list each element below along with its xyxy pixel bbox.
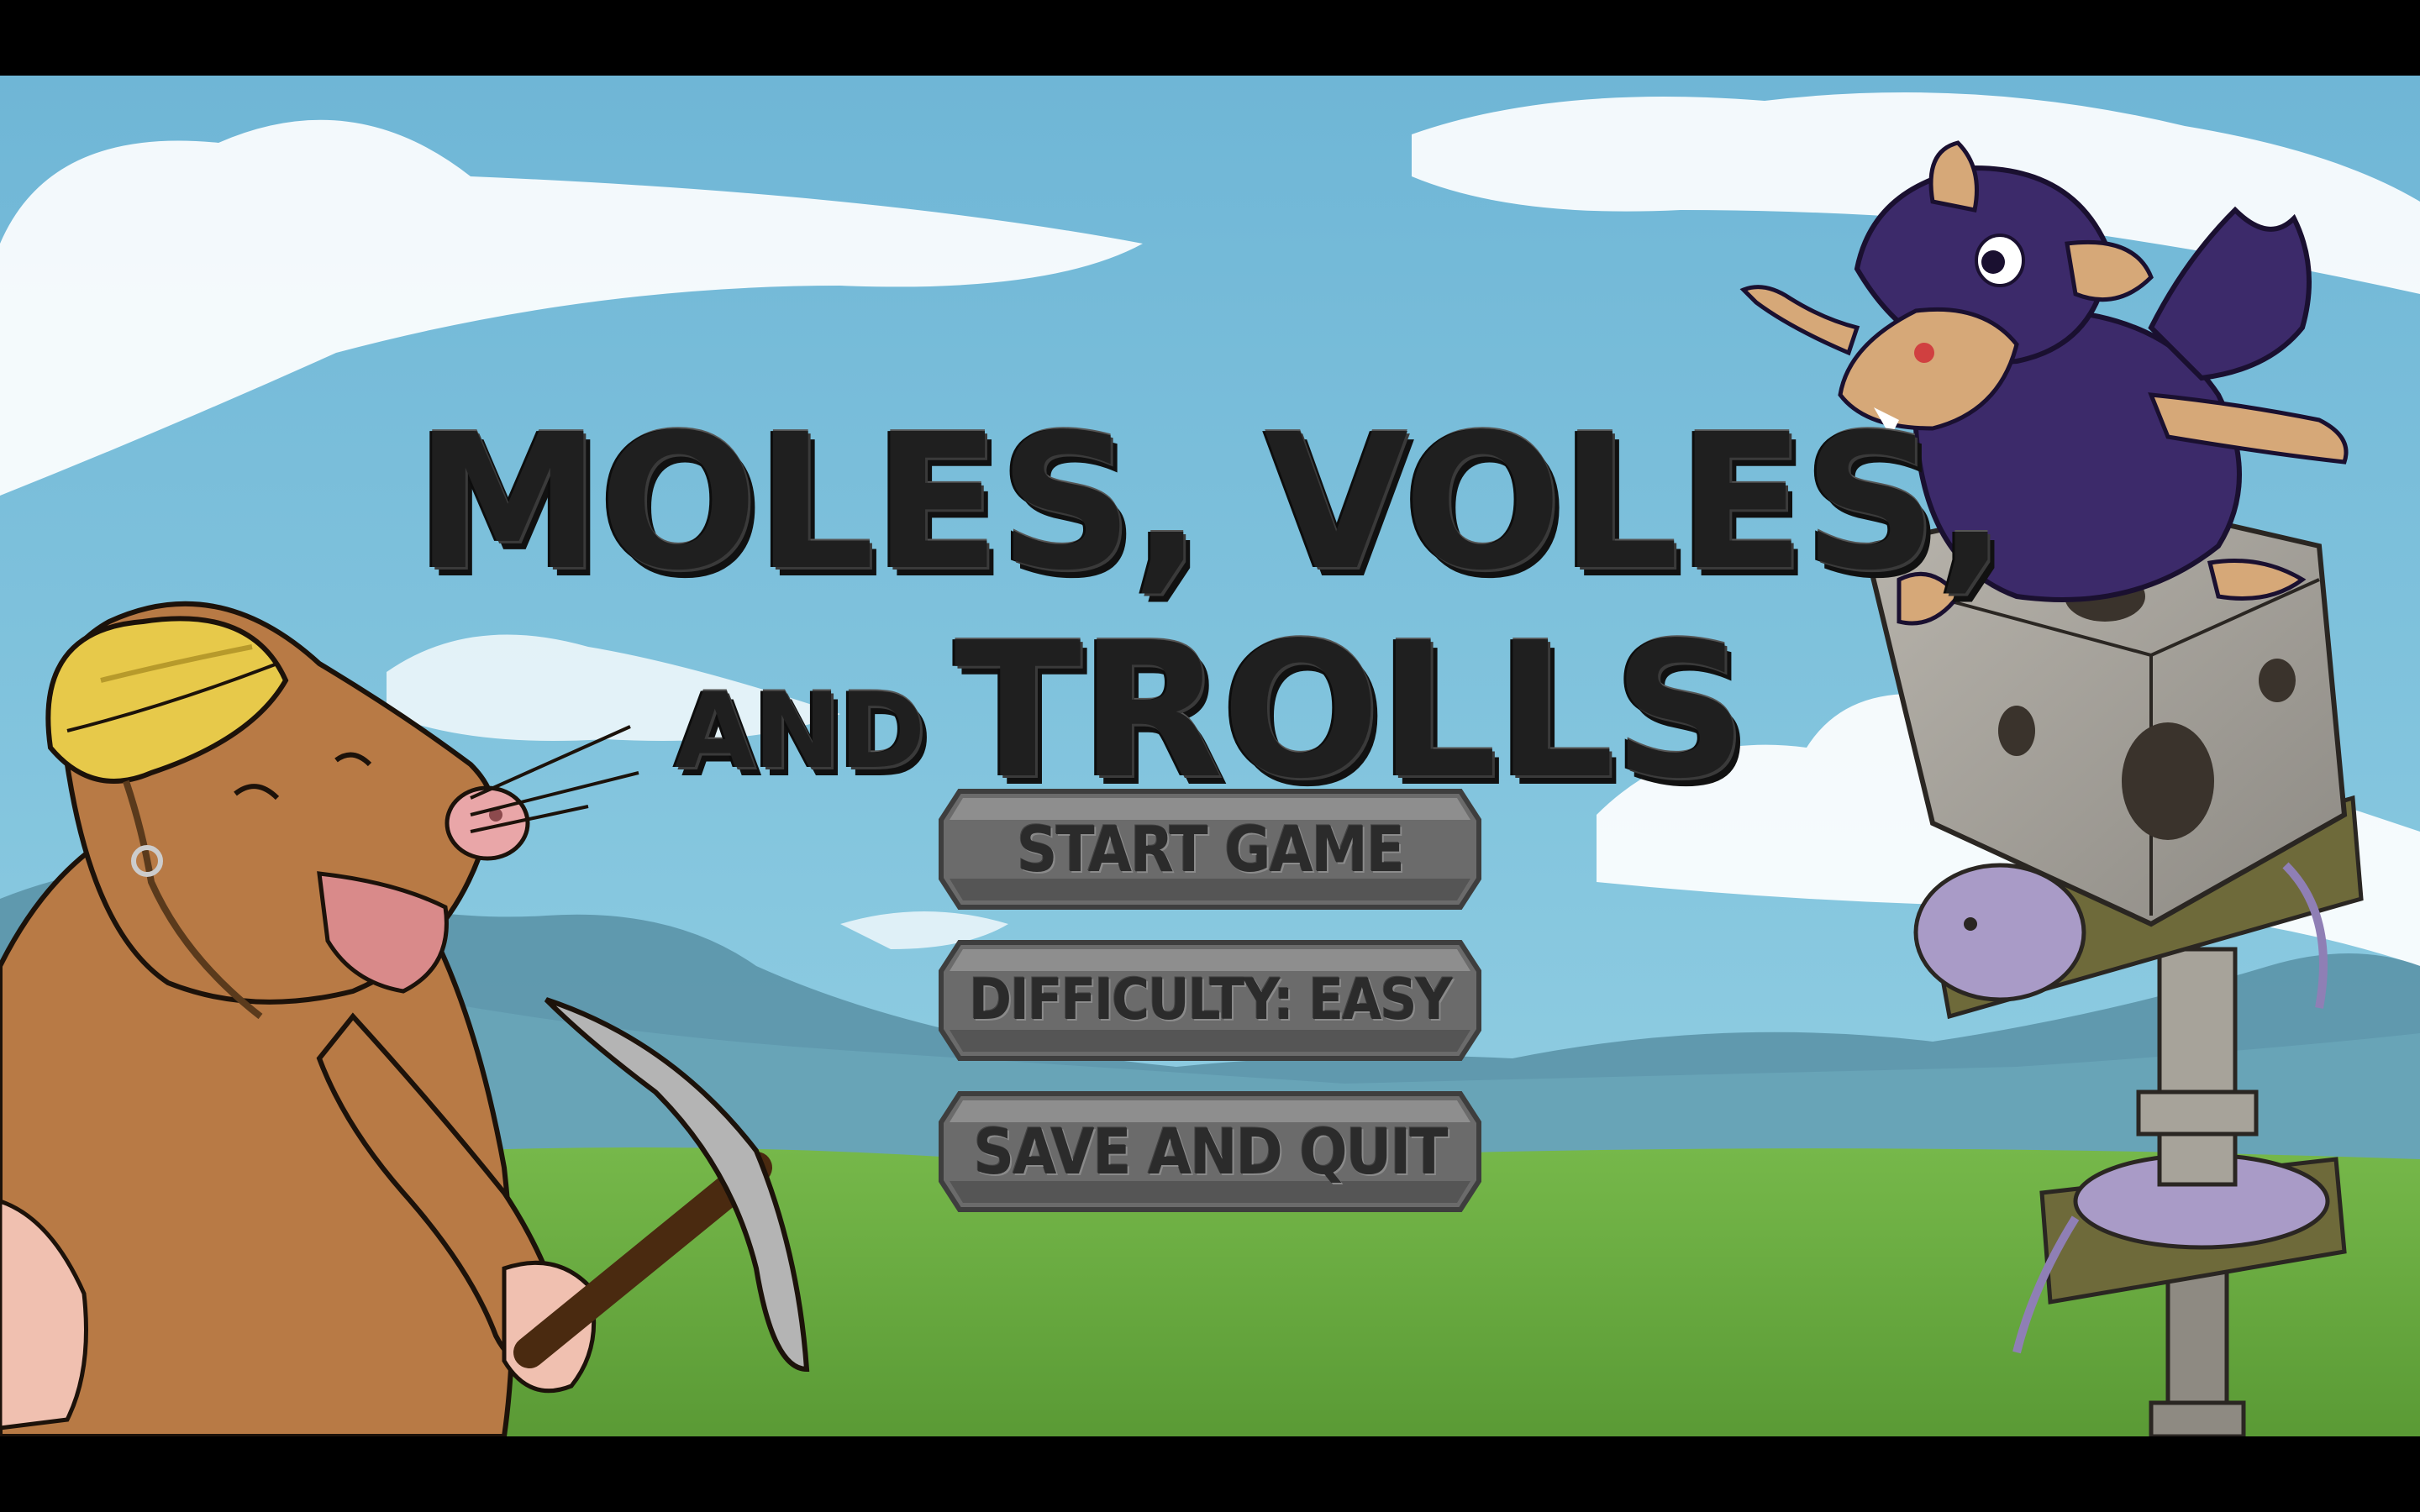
save-and-quit-label: SAVE AND QUIT: [973, 1115, 1449, 1189]
title-scene-art: [0, 76, 2420, 1436]
start-game-button[interactable]: START GAME: [938, 786, 1482, 912]
difficulty-button[interactable]: DIFFICULTY: EASY: [938, 937, 1482, 1063]
difficulty-label: DIFFICULTY: EASY: [969, 967, 1453, 1033]
save-and-quit-button[interactable]: SAVE AND QUIT: [938, 1089, 1482, 1215]
start-game-label: START GAME: [1017, 812, 1405, 886]
game-canvas: MOLES, VOLES, AND TROLLS START GAME DIFF…: [0, 76, 2420, 1436]
game-screen: MOLES, VOLES, AND TROLLS START GAME DIFF…: [0, 0, 2420, 1512]
